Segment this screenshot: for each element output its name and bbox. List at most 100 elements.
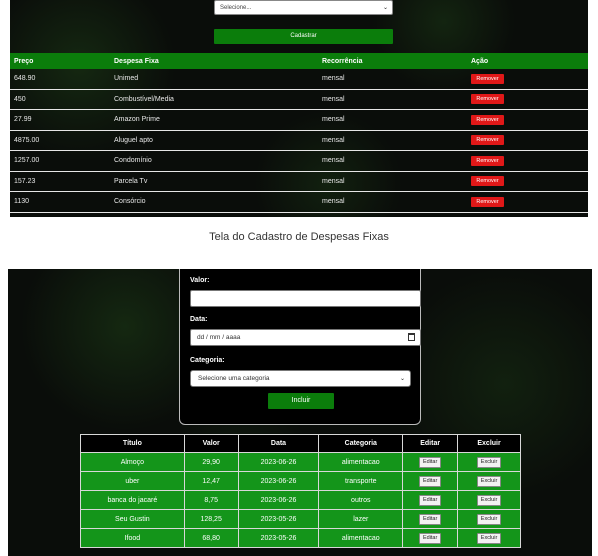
- cell-data: 2023-06-26: [237, 471, 320, 491]
- cell-categoria: transporte: [318, 471, 404, 491]
- table-header: Preço Despesa Fixa Recorrência Ação: [10, 53, 588, 69]
- cell-preco: 1257.00: [14, 157, 40, 165]
- cell-recorrencia: mensal: [322, 177, 345, 185]
- cell-preco: 4875.00: [14, 136, 40, 144]
- expenses-table: Título Valor Data Categoria Editar Exclu…: [80, 434, 521, 548]
- cell-preco: 27.99: [14, 116, 32, 124]
- remove-button[interactable]: Remover: [471, 73, 504, 84]
- categoria-label: Categoria:: [190, 357, 225, 364]
- table-row: Almoço 29,90 2023-06-26 alimentacao Editar Ex…: [80, 452, 521, 472]
- table-header: Título Valor Data Categoria Editar Exclu…: [80, 434, 521, 453]
- chevron-down-icon: ⌄: [399, 376, 405, 382]
- categoria-select-value: Selecione uma categoria: [198, 375, 270, 382]
- cell-preco: 1130: [14, 198, 30, 206]
- calendar-icon[interactable]: [408, 333, 415, 341]
- valor-input[interactable]: [190, 290, 421, 307]
- cell-despesa: Condomínio: [114, 157, 152, 165]
- delete-button[interactable]: Excluir: [476, 513, 502, 525]
- remove-button[interactable]: Remover: [471, 196, 504, 207]
- cell-acao: Remover: [471, 176, 588, 187]
- cell-preco: 157.23: [14, 177, 36, 185]
- delete-button[interactable]: Excluir: [476, 494, 502, 506]
- cell-excluir: Excluir: [457, 471, 521, 491]
- register-button[interactable]: Cadastrar: [214, 29, 393, 44]
- cell-editar: Editar: [402, 528, 459, 548]
- cell-preco: 648.90: [14, 75, 36, 83]
- column-header-categoria: Categoria: [318, 434, 404, 453]
- remove-button[interactable]: Remover: [471, 94, 504, 105]
- categoria-select[interactable]: Selecione uma categoria ⌄: [190, 370, 411, 387]
- cell-valor: 29,90: [183, 452, 239, 472]
- date-input[interactable]: dd / mm / aaaa: [190, 329, 421, 346]
- edit-button[interactable]: Editar: [418, 475, 442, 487]
- cell-preco: 450: [14, 95, 26, 103]
- delete-button[interactable]: Excluir: [476, 532, 502, 544]
- edit-button[interactable]: Editar: [418, 513, 442, 525]
- cell-titulo: Seu Gustin: [80, 509, 185, 529]
- edit-button[interactable]: Editar: [418, 456, 442, 468]
- column-header-editar: Editar: [402, 434, 459, 453]
- column-header-recorrencia: Recorrência: [322, 57, 363, 65]
- cell-despesa: Unimed: [114, 75, 139, 83]
- cell-recorrencia: mensal: [322, 136, 345, 144]
- cell-despesa: Consórcio: [114, 198, 146, 206]
- column-header-preco: Preço: [14, 57, 34, 65]
- cell-acao: Remover: [471, 196, 588, 207]
- column-header-excluir: Excluir: [457, 434, 521, 453]
- chevron-down-icon: ⌄: [382, 5, 388, 11]
- table-row: 1130 Consórcio mensal Remover: [10, 192, 588, 213]
- table-row: 450 Combustível/Media mensal Remover: [10, 90, 588, 110]
- valor-label: Valor:: [190, 277, 210, 284]
- cell-recorrencia: mensal: [322, 75, 345, 83]
- category-select-value: Selecione...: [220, 5, 252, 11]
- cell-valor: 68,80: [183, 528, 239, 548]
- cell-categoria: outros: [318, 490, 404, 510]
- cell-titulo: banca do jacaré: [80, 490, 185, 510]
- cell-despesa: Amazon Prime: [114, 116, 160, 124]
- cell-valor: 8,75: [183, 490, 239, 510]
- cell-categoria: lazer: [318, 509, 404, 529]
- column-header-despesa: Despesa Fixa: [114, 57, 159, 65]
- cell-titulo: Ifood: [80, 528, 185, 548]
- table-row: 4875.00 Aluguel apto mensal Remover: [10, 131, 588, 151]
- cell-excluir: Excluir: [457, 509, 521, 529]
- table-row: 1257.00 Condomínio mensal Remover: [10, 151, 588, 172]
- cell-data: 2023-05-26: [237, 528, 320, 548]
- cell-acao: Remover: [471, 94, 588, 105]
- column-header-titulo: Título: [80, 434, 185, 453]
- figure-caption: Tela do Cadastro de Despesas Fixas: [209, 231, 389, 243]
- include-button[interactable]: Incluir: [268, 393, 334, 409]
- table-row: Seu Gustin 128,25 2023-05-26 lazer Editar Exc…: [80, 509, 521, 529]
- remove-button[interactable]: Remover: [471, 114, 504, 125]
- cell-recorrencia: mensal: [322, 157, 345, 165]
- expenses-screenshot: Valor: Data: dd / mm / aaaa Categoria: S…: [8, 269, 592, 556]
- date-input-placeholder: dd / mm / aaaa: [197, 334, 241, 341]
- cell-recorrencia: mensal: [322, 198, 345, 206]
- remove-button[interactable]: Remover: [471, 176, 504, 187]
- cell-editar: Editar: [402, 509, 459, 529]
- remove-button[interactable]: Remover: [471, 135, 504, 146]
- cell-editar: Editar: [402, 452, 459, 472]
- cell-acao: Remover: [471, 114, 588, 125]
- fixed-expenses-screenshot: Selecione... ⌄ Cadastrar Preço Despesa F…: [10, 0, 588, 217]
- cell-editar: Editar: [402, 490, 459, 510]
- cell-excluir: Excluir: [457, 528, 521, 548]
- table-row: 157.23 Parcela Tv mensal Remover: [10, 172, 588, 192]
- cell-excluir: Excluir: [457, 452, 521, 472]
- cell-recorrencia: mensal: [322, 116, 345, 124]
- cell-valor: 128,25: [183, 509, 239, 529]
- cell-valor: 12,47: [183, 471, 239, 491]
- cell-despesa: Aluguel apto: [114, 136, 153, 144]
- edit-button[interactable]: Editar: [418, 494, 442, 506]
- delete-button[interactable]: Excluir: [476, 456, 502, 468]
- table-row: 27.99 Amazon Prime mensal Remover: [10, 110, 588, 131]
- category-select[interactable]: Selecione... ⌄: [214, 0, 393, 15]
- remove-button[interactable]: Remover: [471, 155, 504, 166]
- cell-categoria: alimentacao: [318, 452, 404, 472]
- cell-excluir: Excluir: [457, 490, 521, 510]
- delete-button[interactable]: Excluir: [476, 475, 502, 487]
- cell-recorrencia: mensal: [322, 95, 345, 103]
- edit-button[interactable]: Editar: [418, 532, 442, 544]
- data-label: Data:: [190, 316, 208, 323]
- cell-categoria: alimentacao: [318, 528, 404, 548]
